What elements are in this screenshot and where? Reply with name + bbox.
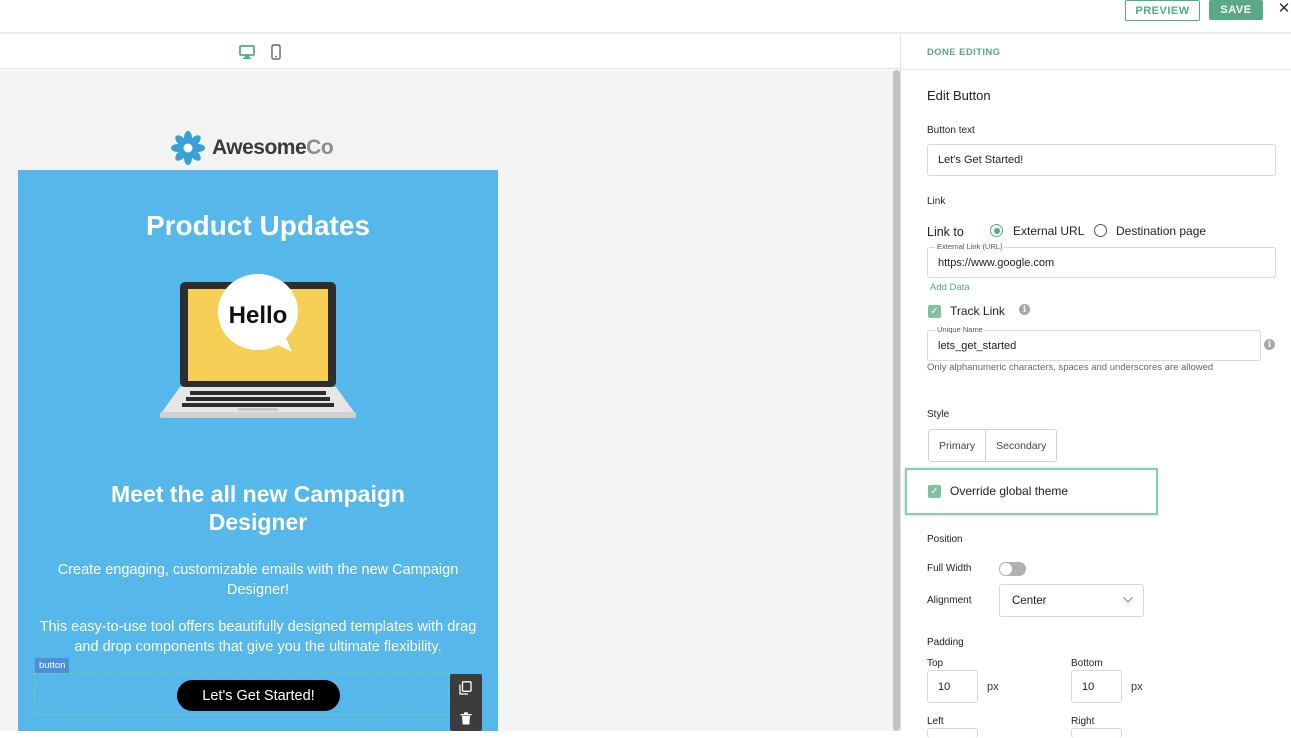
padding-top-label: Top (927, 658, 944, 669)
style-label: Style (927, 409, 950, 420)
top-toolbar: PREVIEW SAVE ✕ (0, 0, 1291, 34)
mobile-icon[interactable] (270, 44, 282, 60)
full-width-label: Full Width (927, 563, 972, 574)
add-data-link[interactable]: Add Data (930, 282, 970, 293)
full-width-toggle[interactable] (999, 562, 1026, 576)
padding-right-label: Right (1071, 716, 1095, 727)
desktop-icon[interactable] (239, 44, 255, 60)
button-text-input[interactable]: Let's Get Started! (927, 144, 1276, 176)
style-secondary-option[interactable]: Secondary (985, 430, 1056, 461)
unique-name-input[interactable]: lets_get_started (927, 330, 1261, 361)
radio-destination-page-label[interactable]: Destination page (1116, 224, 1206, 238)
link-section-label: Link (927, 196, 946, 207)
canvas-scrollbar[interactable] (893, 70, 900, 731)
padding-top-unit: px (987, 681, 999, 693)
block-type-tag: button (35, 658, 70, 673)
delete-icon[interactable] (460, 712, 472, 725)
unique-name-hint: Only alphanumeric characters, spaces and… (927, 362, 1214, 373)
alignment-label: Alignment (927, 595, 972, 606)
done-editing-link[interactable]: DONE EDITING (927, 47, 1000, 58)
chevron-down-icon (1123, 597, 1133, 603)
brand-logo[interactable]: AwesomeCo (170, 130, 335, 166)
flower-logo-icon (171, 131, 205, 165)
radio-destination-page[interactable] (1094, 224, 1107, 237)
external-url-input[interactable]: https://www.google.com (927, 247, 1276, 278)
device-toggle-bar (0, 36, 900, 69)
panel-title: Edit Button (927, 88, 991, 103)
logo-wordmark: AwesomeCo (212, 136, 334, 160)
style-segmented-control: Primary Secondary (928, 429, 1058, 462)
done-editing-bar: DONE EDITING (901, 34, 1291, 70)
close-icon[interactable]: ✕ (1276, 1, 1291, 17)
email-body[interactable]: Product Updates Hello Meet the all new C… (18, 170, 498, 731)
cta-button[interactable]: Let's Get Started! (177, 680, 340, 711)
padding-left-label: Left (927, 716, 944, 727)
email-paragraph-1[interactable]: Create engaging, customizable emails wit… (48, 560, 468, 600)
logo-suffix: Co (306, 136, 334, 159)
override-theme-checkbox[interactable]: ✓ (928, 485, 941, 498)
duplicate-icon[interactable] (459, 681, 472, 695)
unique-name-float-label: Unique Name (935, 325, 985, 334)
laptop-hello-text: Hello (229, 302, 288, 329)
style-primary-option[interactable]: Primary (929, 430, 985, 461)
external-url-float-label: External Link (URL) (935, 242, 1005, 251)
unique-name-info-icon[interactable]: i (1264, 339, 1275, 350)
email-paragraph-2[interactable]: This easy-to-use tool offers beautifully… (38, 617, 478, 657)
radio-external-url-label[interactable]: External URL (1013, 224, 1084, 238)
email-heading[interactable]: Meet the all new Campaign Designer (78, 480, 438, 536)
link-to-label: Link to (927, 225, 964, 239)
position-label: Position (927, 534, 963, 545)
padding-top-input[interactable]: 10 (927, 670, 978, 703)
padding-label: Padding (927, 637, 964, 648)
override-theme-label[interactable]: Override global theme (950, 484, 1068, 498)
edit-panel: DONE EDITING Edit Button Button text Let… (900, 34, 1291, 738)
email-title[interactable]: Product Updates (18, 210, 498, 242)
track-link-label[interactable]: Track Link (950, 304, 1005, 318)
preview-button[interactable]: PREVIEW (1125, 0, 1200, 21)
padding-bottom-input[interactable]: 10 (1071, 670, 1122, 703)
padding-bottom-label: Bottom (1071, 658, 1103, 669)
radio-external-url[interactable] (990, 224, 1003, 237)
button-text-label: Button text (927, 125, 975, 136)
track-link-info-icon[interactable]: i (1019, 304, 1030, 315)
block-toolbar (450, 674, 482, 731)
padding-left-input[interactable] (927, 728, 978, 738)
padding-right-input[interactable] (1071, 728, 1122, 738)
save-button[interactable]: SAVE (1209, 0, 1263, 20)
scrollbar-thumb[interactable] (893, 70, 900, 731)
laptop-illustration[interactable]: Hello (158, 274, 358, 424)
logo-main: Awesome (212, 136, 307, 159)
padding-bottom-unit: px (1131, 681, 1143, 693)
track-link-checkbox[interactable]: ✓ (928, 305, 941, 318)
